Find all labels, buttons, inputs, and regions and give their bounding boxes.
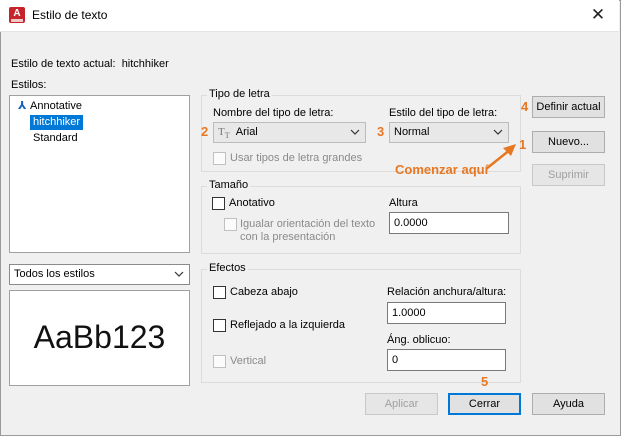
font-name-select[interactable]: TT Arial — [213, 122, 366, 143]
list-item-annotative[interactable]: ⅄ Annotative — [15, 99, 85, 114]
start-here-annotation: Comenzar aquí — [395, 162, 489, 177]
arrow-icon — [485, 144, 516, 170]
autocad-app-icon: A — [9, 7, 25, 23]
window-title: Estilo de texto — [32, 8, 108, 22]
styles-list[interactable]: ⅄ Annotative hitchhiker Standard — [9, 95, 190, 253]
apply-button[interactable]: Aplicar — [365, 393, 438, 415]
step-1-marker: 1 — [519, 137, 527, 152]
vertical-checkbox[interactable] — [213, 355, 226, 368]
match-orientation-label-line1: Igualar orientación del texto — [240, 218, 376, 230]
step-3-marker: 3 — [377, 124, 385, 139]
styles-filter-select[interactable]: Todos los estilos — [9, 264, 190, 285]
font-name-label: Nombre del tipo de letra: — [213, 107, 334, 119]
step-4-marker: 4 — [521, 99, 529, 114]
width-factor-label: Relación anchura/altura: — [387, 286, 507, 298]
current-style-value: hitchhiker — [121, 58, 169, 70]
new-style-button[interactable]: Nuevo... — [532, 131, 605, 153]
truetype-font-icon: TT — [218, 126, 230, 141]
upside-down-label: Cabeza abajo — [230, 286, 298, 298]
oblique-angle-label: Áng. oblicuo: — [387, 334, 451, 346]
font-group-title: Tipo de letra — [207, 88, 272, 100]
step-5-marker: 5 — [481, 374, 489, 389]
size-group-title: Tamaño — [207, 179, 251, 191]
preview-text: AaBb123 — [33, 319, 166, 355]
height-input[interactable]: 0.0000 — [389, 212, 509, 234]
use-bigfont-label: Usar tipos de letra grandes — [230, 152, 363, 164]
width-factor-input[interactable]: 1.0000 — [387, 302, 506, 324]
chevron-down-icon — [493, 129, 503, 135]
effects-group-title: Efectos — [207, 262, 248, 274]
height-label: Altura — [389, 197, 418, 209]
current-style-label: Estilo de texto actual: hitchhiker — [11, 58, 169, 70]
vertical-label: Vertical — [230, 355, 267, 367]
match-orientation-checkbox[interactable] — [224, 218, 237, 231]
list-item-hitchhiker[interactable]: hitchhiker — [30, 115, 84, 130]
match-orientation-label-line2: con la presentación — [240, 231, 336, 243]
font-style-select[interactable]: Normal — [389, 122, 509, 143]
annotative-icon: ⅄ — [18, 100, 27, 112]
styles-label: Estilos: — [11, 79, 47, 91]
backwards-label: Reflejado a la izquierda — [230, 319, 345, 331]
annotative-label: Anotativo — [229, 197, 275, 209]
chevron-down-icon — [174, 271, 184, 277]
annotative-checkbox[interactable] — [212, 197, 225, 210]
font-style-label: Estilo del tipo de letra: — [389, 107, 498, 119]
use-bigfont-checkbox[interactable] — [213, 152, 226, 165]
upside-down-checkbox[interactable] — [213, 286, 226, 299]
oblique-angle-input[interactable]: 0 — [387, 349, 506, 371]
chevron-down-icon — [350, 129, 360, 135]
style-preview: AaBb123 — [9, 290, 190, 386]
close-icon[interactable]: ✕ — [583, 4, 613, 28]
set-current-button[interactable]: Definir actual — [532, 96, 605, 118]
close-button[interactable]: Cerrar — [448, 393, 521, 415]
delete-style-button[interactable]: Suprimir — [532, 164, 605, 186]
backwards-checkbox[interactable] — [213, 319, 226, 332]
list-item-standard[interactable]: Standard — [30, 131, 81, 146]
step-2-marker: 2 — [201, 124, 209, 139]
help-button[interactable]: Ayuda — [532, 393, 605, 415]
